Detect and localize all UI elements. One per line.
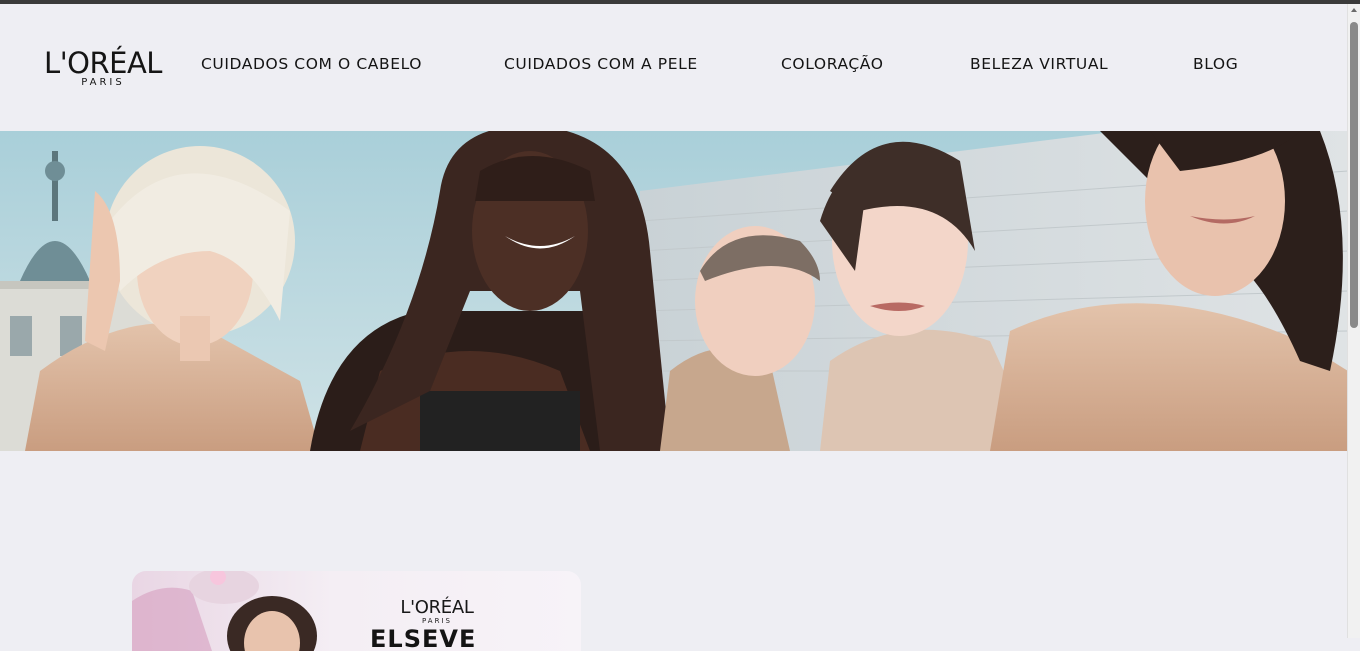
promo-brand: L'ORÉAL bbox=[400, 597, 474, 618]
promo-logo: L'ORÉAL PARIS bbox=[387, 599, 487, 626]
promo-product-name: ELSEVE bbox=[370, 625, 477, 651]
brand-name: L'ORÉAL bbox=[44, 46, 162, 80]
promo-card[interactable]: L'ORÉAL PARIS ELSEVE bbox=[132, 571, 581, 651]
scroll-up-icon[interactable] bbox=[1351, 8, 1357, 12]
site-header: L'ORÉAL PARIS CUIDADOS COM O CABELO CUID… bbox=[0, 4, 1348, 131]
vertical-scrollbar[interactable] bbox=[1347, 4, 1360, 638]
hero-image bbox=[0, 131, 1348, 451]
nav-item-blog[interactable]: BLOG bbox=[1193, 54, 1238, 74]
nav-item-hair-care[interactable]: CUIDADOS COM O CABELO bbox=[201, 54, 422, 74]
promo-image bbox=[132, 571, 317, 651]
nav-item-coloring[interactable]: COLORAÇÃO bbox=[781, 54, 884, 74]
scrollbar-thumb[interactable] bbox=[1350, 22, 1358, 328]
nav-item-skin-care[interactable]: CUIDADOS COM A PELE bbox=[504, 54, 698, 74]
brand-logo[interactable]: L'ORÉAL PARIS bbox=[27, 48, 179, 96]
nav-item-virtual-beauty[interactable]: BELEZA VIRTUAL bbox=[970, 54, 1108, 74]
hero-banner[interactable] bbox=[0, 131, 1348, 451]
